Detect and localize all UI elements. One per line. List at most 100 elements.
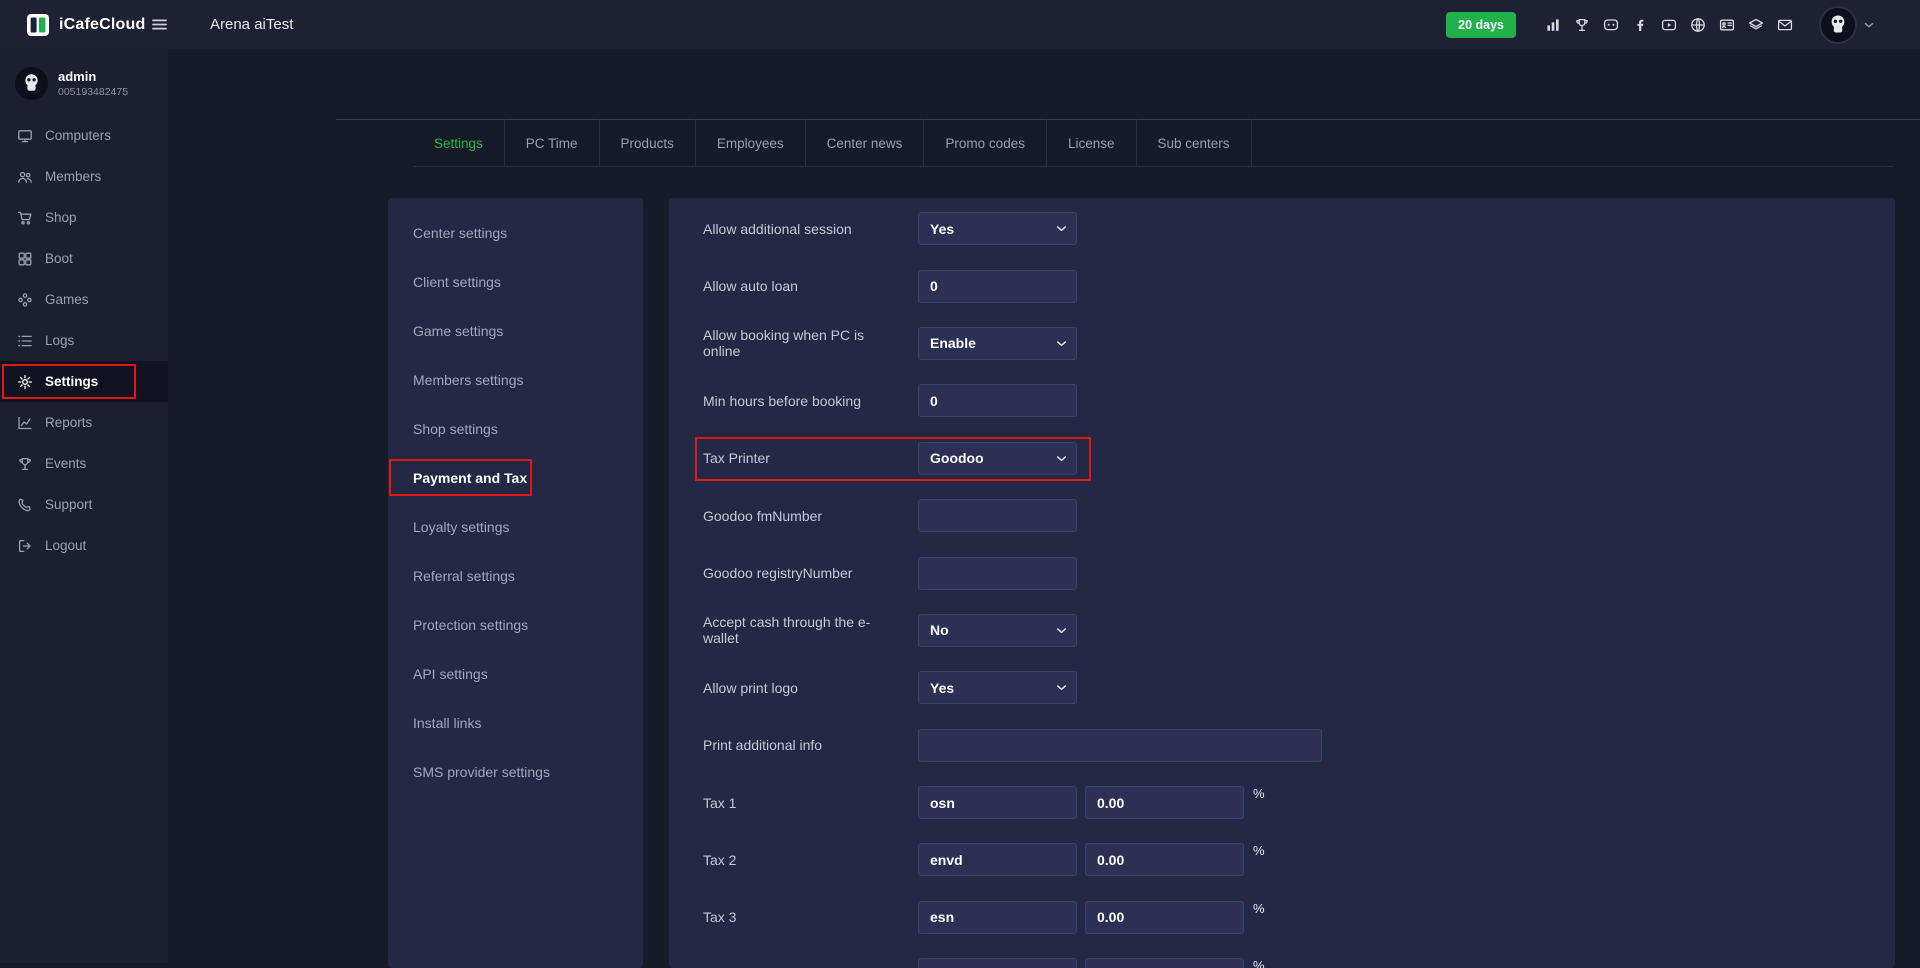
field-label: Print additional info [703, 737, 918, 753]
settings-nav-center-settings[interactable]: Center settings [388, 208, 643, 257]
allow-auto-loan-input[interactable] [918, 270, 1077, 303]
row-14-name-input[interactable] [918, 958, 1077, 968]
settings-nav-install-links[interactable]: Install links [388, 698, 643, 747]
sidebar-item-logs[interactable]: Logs [0, 320, 168, 361]
print-additional-info-input[interactable] [918, 729, 1322, 762]
layers-button[interactable] [1741, 10, 1770, 40]
nav-item-label: Loyalty settings [413, 519, 510, 535]
tax-2-rate-input[interactable] [1085, 843, 1244, 876]
allow-booking-when-pc-is-online-select[interactable]: Enable [918, 327, 1077, 360]
allow-additional-session-select[interactable]: Yes [918, 212, 1077, 245]
tax-1-rate-input[interactable] [1085, 786, 1244, 819]
settings-nav-sms-provider-settings[interactable]: SMS provider settings [388, 747, 643, 796]
user-name: admin [58, 69, 128, 84]
trophy-button[interactable] [1567, 10, 1596, 40]
tab-label: Employees [717, 136, 784, 151]
tab-bar: SettingsPC TimeProducts Employees Center n… [413, 119, 1893, 167]
goodoo-fmnumber-input[interactable] [918, 499, 1077, 532]
settings-nav-game-settings[interactable]: Game settings [388, 306, 643, 355]
accept-cash-through-the-e-wallet-select-el[interactable]: No [918, 614, 1077, 647]
settings-nav-payment-and-tax[interactable]: Payment and Tax [388, 453, 643, 502]
nav-item-label: Members settings [413, 372, 523, 388]
sidebar-item-support[interactable]: Support [0, 484, 168, 525]
sidebar-item-label: Computers [45, 128, 111, 143]
tab-license[interactable]: License [1047, 119, 1137, 167]
tax-3-name-input[interactable] [918, 901, 1077, 934]
tab-promo-codes[interactable]: Promo codes [924, 119, 1047, 167]
sidebar-item-computers[interactable]: Computers [0, 115, 168, 156]
sidebar-item-settings[interactable]: Settings [0, 361, 168, 402]
center-name: Arena aiTest [210, 16, 293, 33]
tax-printer-select-el[interactable]: Goodoo [918, 442, 1077, 475]
settings-nav-referral-settings[interactable]: Referral settings [388, 551, 643, 600]
tax-1-name-input[interactable] [918, 786, 1077, 819]
allow-print-logo-select-el[interactable]: Yes [918, 671, 1077, 704]
settings-nav-loyalty-settings[interactable]: Loyalty settings [388, 502, 643, 551]
tab-label: Center news [827, 136, 903, 151]
sidebar-item-label: Settings [45, 374, 98, 389]
tab-center-news[interactable]: Center news [806, 119, 925, 167]
stats-button[interactable] [1538, 10, 1567, 40]
tax-3-rate-input[interactable] [1085, 901, 1244, 934]
sidebar-item-logout[interactable]: Logout [0, 525, 168, 566]
nav-item-label: API settings [413, 666, 488, 682]
app-logo-text: iCafeCloud [59, 16, 145, 34]
form-row-goodoo-registrynumber: Goodoo registryNumber [669, 544, 1895, 601]
min-hours-before-booking-input[interactable] [918, 384, 1077, 417]
tax-printer-select[interactable]: Goodoo [918, 442, 1077, 475]
tab-label: License [1068, 136, 1115, 151]
youtube-button[interactable] [1654, 10, 1683, 40]
tab-pc-time[interactable]: PC Time [505, 119, 600, 167]
allow-additional-session-select-el[interactable]: Yes [918, 212, 1077, 245]
form-row-tax-2: Tax 2% [669, 831, 1895, 888]
sidebar-user[interactable]: admin 005193482475 [0, 49, 168, 115]
form-row-allow-booking-when-pc-is-online: Allow booking when PC is onlineEnable [669, 315, 1895, 372]
tab-sub-centers[interactable]: Sub centers [1137, 119, 1252, 167]
allow-print-logo-select[interactable]: Yes [918, 671, 1077, 704]
allow-booking-when-pc-is-online-select-el[interactable]: Enable [918, 327, 1077, 360]
tax-2-name-input[interactable] [918, 843, 1077, 876]
settings-nav-api-settings[interactable]: API settings [388, 649, 643, 698]
users-icon [17, 169, 33, 185]
discord-button[interactable] [1596, 10, 1625, 40]
user-avatar[interactable] [1821, 8, 1855, 42]
tab-products[interactable]: Products [600, 119, 696, 167]
sidebar-item-members[interactable]: Members [0, 156, 168, 197]
id-card-button[interactable] [1712, 10, 1741, 40]
facebook-button[interactable] [1625, 10, 1654, 40]
sidebar-item-reports[interactable]: Reports [0, 402, 168, 443]
row-14-rate-input[interactable] [1085, 958, 1244, 968]
form-row-tax-printer: Tax PrinterGoodoo [669, 430, 1895, 487]
tab-employees[interactable]: Employees [696, 119, 806, 167]
goodoo-registrynumber-input[interactable] [918, 557, 1077, 590]
topbar: iCafeCloud Arena aiTest 20 days [0, 0, 1920, 49]
sidebar-item-shop[interactable]: Shop [0, 197, 168, 238]
avatar-image [1821, 8, 1855, 42]
sidebar-item-events[interactable]: Events [0, 443, 168, 484]
settings-nav-shop-settings[interactable]: Shop settings [388, 404, 643, 453]
nav-item-label: Protection settings [413, 617, 528, 633]
days-badge[interactable]: 20 days [1446, 12, 1516, 38]
user-avatar [15, 67, 48, 100]
menu-toggle-button[interactable] [144, 10, 174, 40]
sidebar-item-boot[interactable]: Boot [0, 238, 168, 279]
sidebar-item-games[interactable]: Games [0, 279, 168, 320]
sidebar-item-label: Reports [45, 415, 92, 430]
globe-button[interactable] [1683, 10, 1712, 40]
layers-icon [1748, 17, 1764, 33]
form-row-allow-auto-loan: Allow auto loan [669, 257, 1895, 314]
percent-label: % [1253, 786, 1265, 801]
mail-button[interactable] [1770, 10, 1799, 40]
chevron-down-icon[interactable] [1862, 18, 1876, 32]
app-logo[interactable]: iCafeCloud [0, 13, 144, 37]
form-row-accept-cash-through-the-e-wallet: Accept cash through the e-walletNo [669, 602, 1895, 659]
games-icon [17, 292, 33, 308]
accept-cash-through-the-e-wallet-select[interactable]: No [918, 614, 1077, 647]
settings-nav-protection-settings[interactable]: Protection settings [388, 600, 643, 649]
field-label: Tax 3 [703, 909, 918, 925]
monitor-icon [17, 128, 33, 144]
settings-nav-client-settings[interactable]: Client settings [388, 257, 643, 306]
settings-nav-members-settings[interactable]: Members settings [388, 355, 643, 404]
tab-settings[interactable]: Settings [413, 119, 505, 167]
nav-item-label: Client settings [413, 274, 501, 290]
